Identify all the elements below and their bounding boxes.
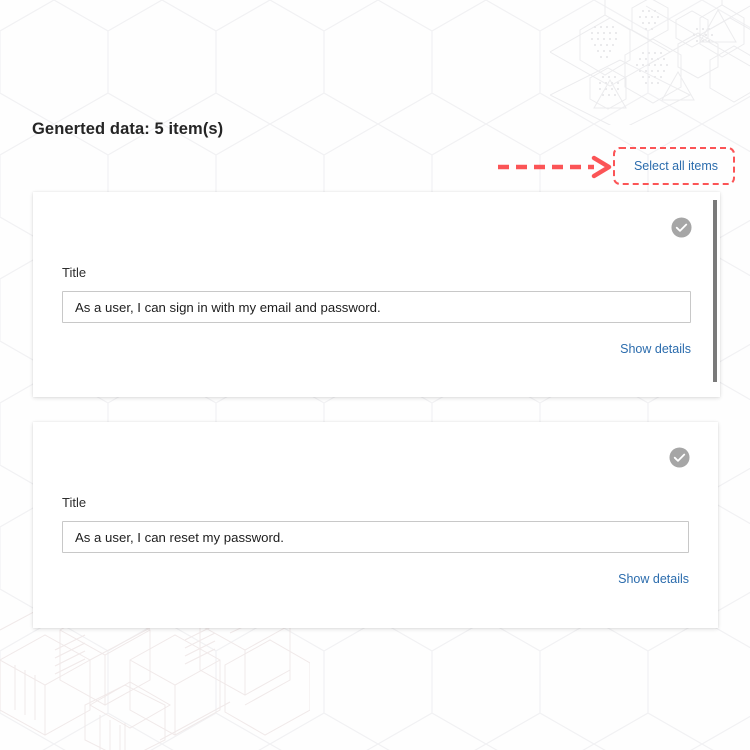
- title-input[interactable]: [62, 291, 691, 324]
- card-footer: Show details: [62, 570, 689, 588]
- item-card[interactable]: Title Show details: [33, 422, 718, 628]
- show-details-link[interactable]: Show details: [620, 342, 691, 356]
- page-root: Generted data: 5 item(s) Select all item…: [0, 0, 750, 750]
- show-details-link[interactable]: Show details: [618, 572, 689, 586]
- red-dashed-arrow-icon: [498, 155, 612, 179]
- item-card[interactable]: Title Show details: [33, 192, 720, 397]
- card-body: Title Show details: [62, 495, 689, 588]
- card-footer: Show details: [62, 340, 691, 358]
- title-field-label: Title: [62, 495, 87, 510]
- page-title: Generted data: 5 item(s): [32, 120, 224, 138]
- check-circle-icon[interactable]: [671, 217, 692, 238]
- select-all-items-link[interactable]: Select all items: [634, 160, 718, 173]
- title-input[interactable]: [62, 521, 689, 554]
- card-body: Title Show details: [62, 265, 691, 358]
- card-scrollbar[interactable]: [713, 200, 717, 382]
- scrollbar-thumb[interactable]: [713, 200, 717, 382]
- title-field-label: Title: [62, 265, 87, 280]
- select-all-container: Select all items: [634, 157, 718, 175]
- check-circle-icon[interactable]: [669, 447, 690, 468]
